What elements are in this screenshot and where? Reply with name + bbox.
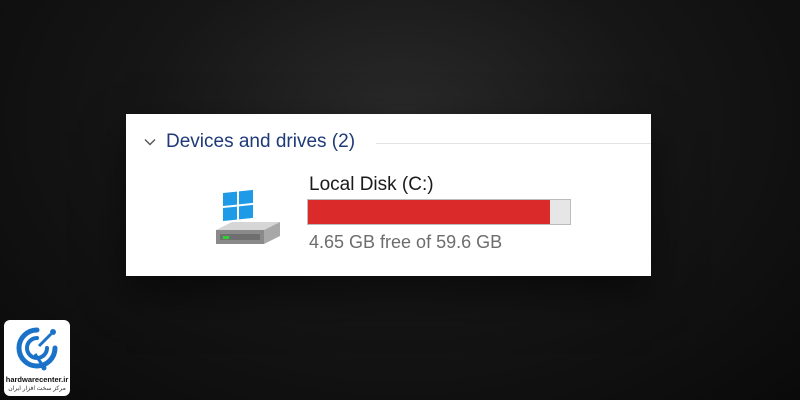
windows-drive-icon [216,190,280,244]
group-divider [376,143,651,144]
group-title: Devices and drives (2) [166,131,356,152]
brand-watermark: hardwarecenter.ir مرکز سخت افزار ایران [4,320,70,396]
drive-name: Local Disk (C:) [309,174,434,195]
brand-name: hardwarecenter.ir [5,375,69,384]
chevron-down-icon[interactable] [143,135,157,149]
drive-tile-c[interactable]: Local Disk (C:) 4.65 GB free of 59.6 GB [214,170,594,260]
drive-usage-fill [308,200,550,224]
devices-group-header[interactable]: Devices and drives (2) [126,128,651,158]
circuit-logo-icon [16,327,58,371]
drive-usage-bar [307,199,571,225]
brand-subtitle: مرکز سخت افزار ایران [8,386,66,392]
file-explorer-panel: Devices and drives (2) Local Disk (C:) 4… [126,114,651,276]
drive-free-space: 4.65 GB free of 59.6 GB [309,232,503,252]
